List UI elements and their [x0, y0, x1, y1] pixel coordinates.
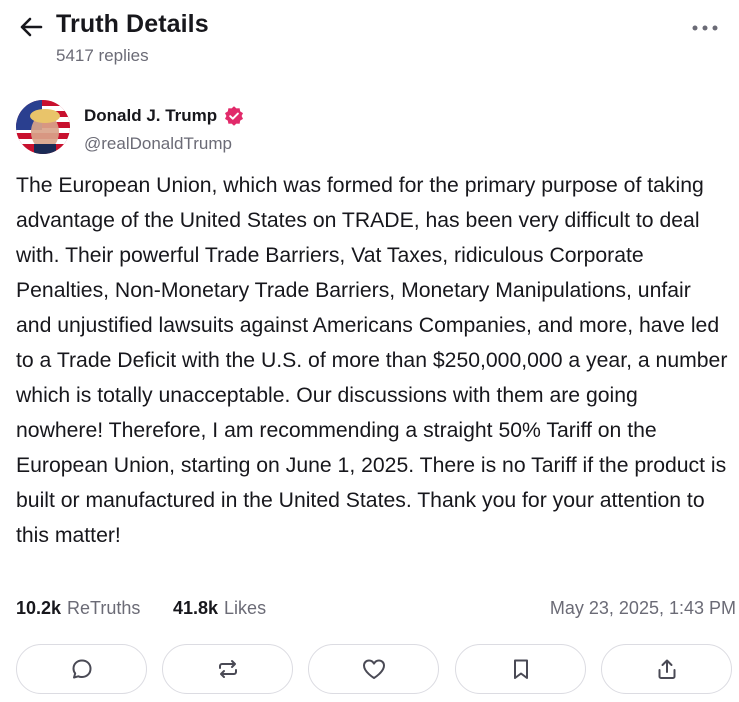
bookmark-button[interactable] [455, 644, 586, 694]
page-title: Truth Details [56, 10, 209, 38]
share-icon [658, 659, 675, 679]
more-options-button[interactable] [688, 18, 722, 38]
bookmark-icon [513, 659, 528, 679]
likes-stat[interactable]: 41.8k Likes [173, 598, 266, 619]
post-text: The European Union, which was formed for… [16, 174, 728, 547]
author-name[interactable]: Donald J. Trump [84, 106, 217, 126]
retruths-label: ReTruths [67, 598, 141, 618]
arrow-left-icon [20, 17, 43, 37]
share-button[interactable] [601, 644, 732, 694]
post-actions [16, 644, 736, 698]
page-header: Truth Details 5417 replies [0, 0, 739, 80]
reply-button[interactable] [16, 644, 147, 694]
more-horizontal-icon [692, 25, 718, 31]
like-button[interactable] [308, 644, 439, 694]
author-handle[interactable]: @realDonaldTrump [84, 134, 232, 154]
retruths-count: 10.2k [16, 598, 62, 618]
avatar[interactable] [16, 100, 70, 154]
heart-icon [362, 659, 385, 679]
retruths-stat[interactable]: 10.2k ReTruths [16, 598, 140, 619]
avatar-image [16, 100, 70, 154]
likes-label: Likes [224, 598, 267, 618]
retruth-icon [218, 660, 237, 678]
back-button[interactable] [16, 14, 46, 40]
replies-count: 5417 replies [56, 46, 149, 65]
reply-icon [72, 659, 91, 679]
post-stats: 10.2k ReTruths 41.8k Likes May 23, 2025, 1… [16, 596, 736, 624]
post-author: Donald J. Trump @realDonaldTrump [16, 100, 716, 156]
retruth-button[interactable] [162, 644, 293, 694]
post-timestamp: May 23, 2025, 1:43 PM [549, 598, 736, 618]
verified-badge-icon [225, 106, 243, 126]
likes-count: 41.8k [173, 598, 219, 618]
